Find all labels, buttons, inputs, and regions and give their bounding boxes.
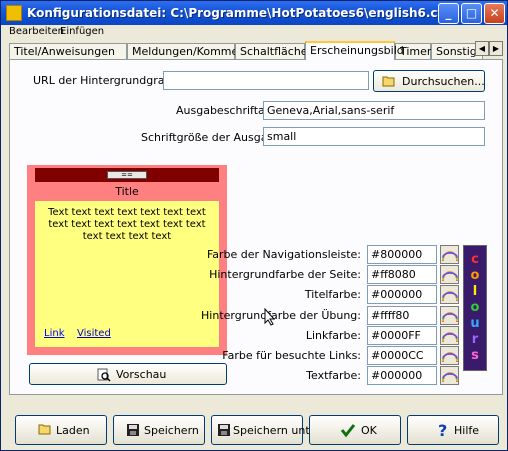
rainbow-icon (442, 352, 458, 363)
colours-letter: s (471, 348, 479, 363)
color-setting-label: Hintergrundfarbe der Übung: (201, 309, 361, 322)
save-button[interactable]: Speichern (113, 415, 205, 445)
preview-nav-bar: == (35, 168, 219, 182)
preview-nav-button: == (107, 171, 147, 179)
bg-url-input[interactable] (163, 71, 369, 90)
color-value-input[interactable]: #0000FF (367, 326, 437, 345)
colours-palette-button[interactable]: colours (463, 245, 487, 371)
config-window: Konfigurationsdatei: C:\Programme\HotPot… (0, 0, 508, 451)
color-value-input[interactable]: #000000 (367, 366, 437, 385)
color-setting-label: Hintergrundfarbe der Seite: (209, 268, 361, 281)
color-setting-label: Linkfarbe: (305, 329, 361, 342)
browse-button-label: Durchsuchen... (402, 75, 485, 88)
color-value-input[interactable]: #800000 (367, 245, 437, 264)
rainbow-color-picker-button[interactable] (440, 265, 459, 284)
menu-bar: Bearbeiten Einfügen (1, 25, 507, 39)
tab-schaltflaechen[interactable]: Schaltflächen (235, 43, 315, 59)
tab-erscheinungsbild[interactable]: Erscheinungsbild (305, 41, 404, 60)
font-input[interactable]: Geneva,Arial,sans-serif (263, 101, 485, 120)
rainbow-icon (442, 332, 458, 343)
colours-letter: u (470, 316, 480, 331)
color-setting-label: Farbe der Navigationsleiste: (206, 248, 361, 261)
rainbow-icon (442, 372, 458, 383)
tab-scroll-left-icon[interactable]: ◀ (475, 41, 489, 56)
question-mark-icon: ? (438, 422, 447, 438)
folder-icon (382, 76, 395, 87)
rainbow-color-picker-button[interactable] (440, 366, 459, 385)
help-button[interactable]: ? Hilfe (407, 415, 499, 445)
preview-pane: == Title Text text text text text text t… (27, 165, 227, 355)
colours-letter: l (472, 284, 478, 299)
close-button[interactable]: ✕ (484, 3, 505, 24)
save-button-label: Speichern (144, 424, 199, 437)
bg-url-label: URL der Hintergrundgrafik: (33, 74, 182, 87)
minimize-button[interactable]: _ (438, 3, 459, 24)
colours-letters: colours (464, 246, 486, 364)
rainbow-color-picker-button[interactable] (440, 326, 459, 345)
ok-button-label: OK (361, 424, 377, 437)
colours-letter: c (471, 252, 479, 267)
tab-strip: Titel/Anweisungen Meldungen/Kommentare S… (9, 41, 483, 60)
rainbow-icon (442, 312, 458, 323)
rainbow-color-picker-button[interactable] (440, 285, 459, 304)
maximize-button[interactable]: □ (461, 3, 482, 24)
app-icon (6, 5, 22, 21)
preview-title: Title (115, 185, 139, 198)
color-value-input[interactable]: #ffff80 (367, 306, 437, 325)
window-title: Konfigurationsdatei: C:\Programme\HotPot… (27, 6, 452, 20)
preview-text: Text text text text text text text text … (48, 207, 206, 242)
preview-link: Link (44, 328, 65, 339)
help-button-label: Hilfe (454, 424, 480, 437)
magnifier-icon (97, 368, 111, 382)
menu-einfuegen[interactable]: Einfügen (60, 26, 104, 37)
rainbow-color-picker-button[interactable] (440, 245, 459, 264)
color-value-input[interactable]: #ff8080 (367, 265, 437, 284)
ok-button[interactable]: OK (309, 415, 401, 445)
colours-letter: o (470, 300, 480, 315)
save-as-button-label: Speichern unter (233, 424, 321, 437)
preview-button[interactable]: Vorschau (29, 363, 227, 385)
load-button[interactable]: Laden (15, 415, 107, 445)
preview-visited-link: Visited (77, 328, 111, 339)
checkmark-icon (340, 424, 356, 438)
browse-button[interactable]: Durchsuchen... (373, 70, 485, 92)
tab-scroll-right-icon[interactable]: ▶ (489, 41, 503, 56)
folder-open-icon (38, 424, 51, 435)
color-value-input[interactable]: #0000CC (367, 346, 437, 365)
tab-meldungen[interactable]: Meldungen/Kommentare (127, 43, 267, 59)
color-setting-label: Textfarbe: (306, 369, 361, 382)
save-as-button[interactable]: Speichern unter (211, 415, 321, 445)
svg-text:?: ? (438, 422, 447, 438)
rainbow-icon (442, 251, 458, 262)
preview-button-label: Vorschau (116, 368, 167, 381)
floppy-disk-icon (218, 424, 230, 436)
rainbow-color-picker-button[interactable] (440, 346, 459, 365)
rainbow-icon (442, 291, 458, 302)
load-button-label: Laden (56, 424, 90, 437)
color-value-input[interactable]: #000000 (367, 285, 437, 304)
rainbow-icon (442, 271, 458, 282)
rainbow-color-picker-button[interactable] (440, 306, 459, 325)
font-size-input[interactable]: small (263, 127, 485, 146)
colours-letter: o (470, 268, 480, 283)
color-setting-label: Titelfarbe: (304, 288, 361, 301)
menu-bearbeiten[interactable]: Bearbeiten (9, 26, 64, 37)
floppy-disk-icon (127, 424, 139, 436)
tab-titel-anweisungen[interactable]: Titel/Anweisungen (9, 43, 127, 59)
title-bar[interactable]: Konfigurationsdatei: C:\Programme\HotPot… (1, 1, 507, 25)
colours-letter: r (471, 332, 479, 347)
preview-exercise-area: Text text text text text text text text … (35, 201, 219, 347)
color-setting-label: Farbe für besuchte Links: (222, 349, 361, 362)
mouse-cursor-icon (264, 308, 276, 326)
